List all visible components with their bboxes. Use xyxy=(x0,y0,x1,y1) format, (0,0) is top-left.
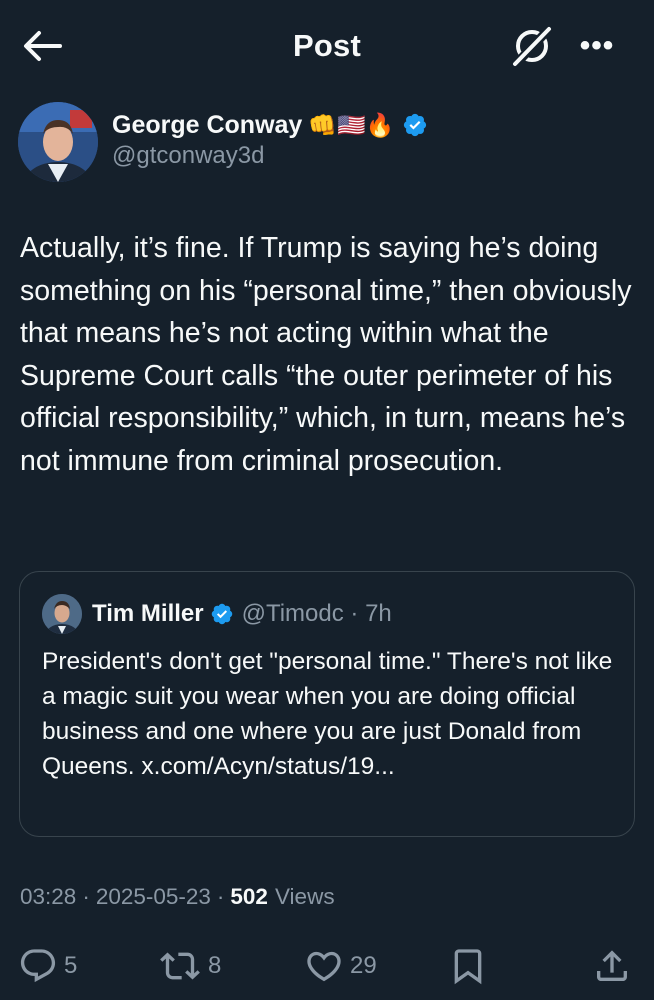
repost-icon xyxy=(160,952,200,980)
author-handle[interactable]: @gtconway3d xyxy=(112,142,428,170)
arrow-left-icon xyxy=(24,31,62,61)
views-count: 502 xyxy=(230,884,268,909)
name-row: George Conway 👊🇺🇸🔥 xyxy=(112,111,428,140)
quoted-author-avatar[interactable] xyxy=(42,594,82,634)
author-row: George Conway 👊🇺🇸🔥 @gtconway3d xyxy=(18,102,428,182)
post-page: Post ••• George Conway 👊🇺🇸🔥 @gtconway3d … xyxy=(0,0,654,1000)
share-button[interactable] xyxy=(592,940,632,992)
verified-badge-icon xyxy=(211,603,232,625)
tweet-text: Actually, it’s fine. If Trump is saying … xyxy=(20,232,640,477)
share-icon xyxy=(597,950,627,981)
quoted-author-handle: @Timodc · 7h xyxy=(241,600,392,627)
bookmark-button[interactable] xyxy=(448,940,488,992)
quoted-author-name: Tim Miller xyxy=(92,600,204,627)
avatar-image xyxy=(18,102,98,182)
quoted-tweet-header: Tim Miller @Timodc · 7h xyxy=(42,594,392,634)
repost-button[interactable]: 8 xyxy=(158,940,221,992)
more-options-button[interactable]: ••• xyxy=(572,26,622,66)
action-bar: 5 8 29 xyxy=(0,940,654,992)
like-button[interactable]: 29 xyxy=(304,940,377,992)
quoted-tweet[interactable]: Tim Miller @Timodc · 7h President's don'… xyxy=(19,571,635,837)
reply-icon xyxy=(20,949,56,983)
grok-icon xyxy=(512,26,552,68)
author-avatar[interactable] xyxy=(18,102,98,182)
tweet-time[interactable]: 03:28 xyxy=(20,884,76,910)
heart-icon xyxy=(307,951,341,982)
views-label: Views xyxy=(274,884,335,909)
tweet-date[interactable]: 2025-05-23 xyxy=(96,884,211,910)
quoted-tweet-text: President's don't get "personal time." T… xyxy=(42,648,613,780)
meta-separator: · xyxy=(82,884,90,909)
reply-count: 5 xyxy=(64,952,78,979)
tweet-meta: 03:28 · 2025-05-23 · 502 Views xyxy=(20,884,335,910)
like-count: 29 xyxy=(350,952,377,979)
author-name[interactable]: George Conway xyxy=(112,111,302,140)
page-title: Post xyxy=(293,28,361,63)
verified-badge-icon xyxy=(404,113,427,137)
repost-count: 8 xyxy=(208,952,222,979)
grok-button[interactable] xyxy=(508,24,556,68)
quoted-avatar-image xyxy=(42,594,82,634)
reply-button[interactable]: 5 xyxy=(18,940,77,992)
meta-separator: · xyxy=(216,884,225,909)
top-bar: Post ••• xyxy=(0,0,654,92)
author-info: George Conway 👊🇺🇸🔥 @gtconway3d xyxy=(112,111,428,170)
back-button[interactable] xyxy=(20,26,64,66)
author-emojis: 👊🇺🇸🔥 xyxy=(308,111,395,138)
more-icon: ••• xyxy=(579,29,615,62)
bookmark-icon xyxy=(454,949,482,985)
